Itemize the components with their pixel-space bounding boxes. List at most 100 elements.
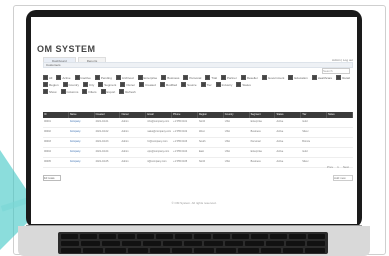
filter-checkbox[interactable]: Enterprise bbox=[137, 75, 157, 80]
pager-prev[interactable]: Prev bbox=[327, 165, 333, 169]
checkbox-icon[interactable] bbox=[74, 75, 80, 80]
checkbox-icon[interactable] bbox=[98, 82, 104, 87]
filter-checkbox[interactable]: Owner bbox=[120, 82, 135, 87]
filter-label: Segment bbox=[104, 82, 117, 87]
filter-label: Tier bbox=[206, 82, 212, 87]
filter-checkbox[interactable]: Government bbox=[261, 75, 284, 80]
filter-checkbox[interactable]: Modified bbox=[159, 82, 177, 87]
checkbox-icon[interactable] bbox=[43, 75, 48, 80]
filter-checkbox[interactable]: Industry bbox=[215, 82, 232, 87]
checkbox-icon[interactable] bbox=[200, 82, 206, 87]
filter-label: Trial bbox=[211, 75, 217, 80]
checkbox-icon[interactable] bbox=[94, 75, 100, 80]
checkbox-icon[interactable] bbox=[139, 82, 145, 87]
checkbox-icon[interactable] bbox=[159, 82, 165, 87]
filter-checkbox[interactable]: Country bbox=[62, 82, 80, 87]
table-cell: Admin bbox=[121, 160, 129, 163]
filter-checkbox[interactable]: Refresh bbox=[119, 89, 136, 94]
checkbox-icon[interactable] bbox=[60, 89, 66, 94]
search-input[interactable]: Search bbox=[322, 68, 350, 74]
filter-label: Healthcare bbox=[317, 75, 333, 80]
checkbox-icon[interactable] bbox=[161, 75, 167, 80]
checkbox-icon[interactable] bbox=[119, 89, 125, 94]
checkbox-icon[interactable] bbox=[43, 82, 48, 87]
checkbox-icon[interactable] bbox=[311, 75, 317, 80]
table-row[interactable]: 00002 Company 2021-04-02 Admin sales@company… bbox=[43, 128, 353, 138]
filter-checkbox[interactable]: Created bbox=[139, 82, 156, 87]
filter-checkbox[interactable]: Tier bbox=[200, 82, 212, 87]
checkbox-icon[interactable] bbox=[221, 75, 226, 80]
table-row[interactable]: 00004 Company 2021-04-04 Admin ops@company.c… bbox=[43, 148, 353, 158]
filter-checkbox[interactable]: Region bbox=[43, 82, 59, 87]
table-cell[interactable]: Company bbox=[69, 148, 95, 157]
filter-checkbox[interactable]: Segment bbox=[98, 82, 116, 87]
filter-checkbox[interactable]: Archived bbox=[115, 75, 134, 80]
checkbox-icon[interactable] bbox=[205, 75, 211, 80]
filter-checkbox[interactable]: Source bbox=[181, 82, 197, 87]
add-new-button[interactable]: Add new bbox=[333, 175, 353, 181]
table-cell: USA bbox=[224, 120, 230, 123]
checkbox-icon[interactable] bbox=[100, 89, 106, 94]
table-row[interactable]: 00005 Company 2021-04-05 Admin it@company.co… bbox=[43, 158, 353, 168]
checkbox-icon[interactable] bbox=[181, 82, 187, 87]
filter-label: Inactive bbox=[80, 75, 91, 80]
filter-checkbox[interactable]: Personal bbox=[183, 75, 201, 80]
table-cell: Silver bbox=[302, 130, 309, 133]
table-cell[interactable]: Company bbox=[69, 138, 95, 147]
checkbox-icon[interactable] bbox=[261, 75, 267, 80]
checkbox-icon[interactable] bbox=[336, 75, 342, 80]
filter-checkbox[interactable]: Education bbox=[288, 75, 308, 80]
filter-row-3: Show Columns Filters Export Refresh bbox=[43, 89, 353, 94]
filter-checkbox[interactable]: Export bbox=[100, 89, 115, 94]
table-cell: 00004 bbox=[44, 150, 51, 153]
checkbox-icon[interactable] bbox=[115, 75, 121, 80]
table-cell: +1 555 0101 bbox=[173, 120, 188, 123]
checkbox-icon[interactable] bbox=[62, 82, 68, 87]
filter-label: Archived bbox=[121, 75, 134, 80]
checkbox-icon[interactable] bbox=[137, 75, 143, 80]
checkbox-icon[interactable] bbox=[288, 75, 294, 80]
filter-checkbox[interactable]: Columns bbox=[60, 89, 78, 94]
checkbox-icon[interactable] bbox=[240, 75, 246, 80]
table-cell[interactable]: Company bbox=[69, 128, 95, 137]
checkbox-icon[interactable] bbox=[120, 82, 126, 87]
table-cell: Admin bbox=[121, 150, 129, 153]
table-cell: 2021-04-03 bbox=[95, 140, 109, 143]
filter-checkbox[interactable]: Active bbox=[56, 75, 71, 80]
filter-checkbox[interactable]: Filters bbox=[82, 89, 97, 94]
filter-checkbox[interactable]: All bbox=[43, 75, 52, 80]
table-row[interactable]: 00001 Company 2021-04-01 Admin info@company.… bbox=[43, 118, 353, 128]
checkbox-icon[interactable] bbox=[43, 89, 48, 94]
page-size-select[interactable]: 10 rows bbox=[43, 175, 61, 181]
table-cell[interactable]: Company bbox=[69, 118, 95, 127]
filter-checkbox[interactable]: Retail bbox=[336, 75, 350, 80]
filter-row-1: All Active Inactive Pending Archived Enterpri… bbox=[43, 75, 353, 80]
checkbox-icon[interactable] bbox=[183, 75, 189, 80]
checkbox-icon[interactable] bbox=[236, 82, 242, 87]
checkbox-icon[interactable] bbox=[215, 82, 221, 87]
filter-checkbox[interactable]: Inactive bbox=[74, 75, 91, 80]
filter-checkbox[interactable]: Trial bbox=[205, 75, 217, 80]
filter-checkbox[interactable]: Reseller bbox=[240, 75, 258, 80]
filter-label: Country bbox=[68, 82, 80, 87]
pager-next[interactable]: Next bbox=[343, 165, 349, 169]
filter-checkbox[interactable]: Pending bbox=[94, 75, 112, 80]
table-cell: 00001 bbox=[44, 120, 51, 123]
filter-label: Region bbox=[49, 82, 59, 87]
filter-checkbox[interactable]: Business bbox=[161, 75, 179, 80]
table-cell[interactable]: Company bbox=[69, 158, 95, 167]
filter-checkbox[interactable]: Healthcare bbox=[311, 75, 333, 80]
table-row[interactable]: 00003 Company 2021-04-03 Admin hr@company.co… bbox=[43, 138, 353, 148]
table-cell: Gold bbox=[302, 120, 308, 123]
table-cell: 00003 bbox=[44, 140, 51, 143]
checkbox-icon[interactable] bbox=[56, 75, 62, 80]
filter-checkbox[interactable]: Partner bbox=[221, 75, 237, 80]
checkbox-icon[interactable] bbox=[82, 89, 88, 94]
filter-checkbox[interactable]: Show bbox=[43, 89, 57, 94]
filter-checkbox[interactable]: Status bbox=[236, 82, 251, 87]
filter-label: Pending bbox=[100, 75, 112, 80]
filter-label: Business bbox=[167, 75, 180, 80]
checkbox-icon[interactable] bbox=[83, 82, 89, 87]
filter-checkbox[interactable]: City bbox=[83, 82, 94, 87]
pager-page[interactable]: 1 bbox=[337, 165, 339, 169]
